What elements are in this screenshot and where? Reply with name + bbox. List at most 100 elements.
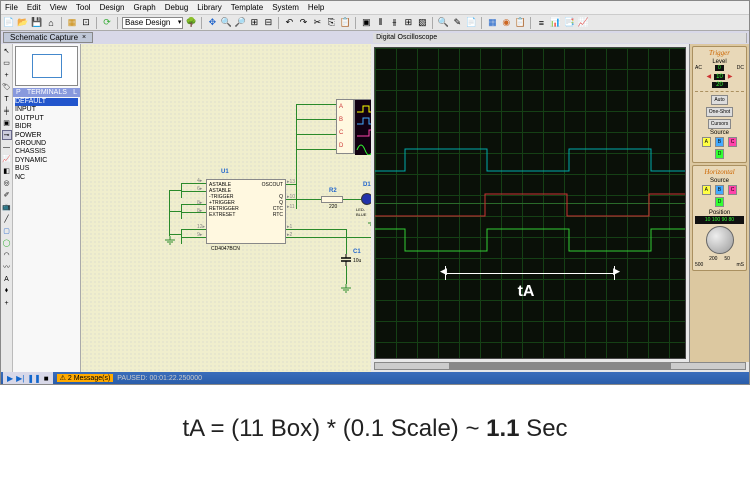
list-item[interactable]: DYNAMIC [15, 157, 78, 165]
list-item[interactable]: INPUT [15, 106, 78, 114]
new-icon[interactable]: 📄 [3, 17, 15, 29]
menu-graph[interactable]: Graph [133, 3, 155, 12]
hsrc-a[interactable]: A [702, 185, 711, 195]
c1-body[interactable] [339, 254, 353, 266]
pin-tool-icon[interactable]: — [2, 142, 12, 152]
r2-body[interactable] [321, 196, 343, 203]
list-item[interactable]: BIDR [15, 123, 78, 131]
list-item[interactable]: CHASSIS [15, 148, 78, 156]
component-tool-icon[interactable]: ▭ [2, 58, 12, 68]
menu-help[interactable]: Help [308, 3, 324, 12]
chart-icon[interactable]: 📊 [549, 17, 561, 29]
tool1-icon[interactable]: ▧ [416, 17, 428, 29]
part-list[interactable]: DEFAULT INPUT OUTPUT BIDR POWER GROUND C… [13, 97, 80, 183]
list-item[interactable]: OUTPUT [15, 115, 78, 123]
pcb-icon[interactable]: ▦ [486, 17, 498, 29]
pause-icon[interactable]: ❚❚ [27, 374, 40, 383]
src-b[interactable]: B [715, 137, 724, 147]
line-tool-icon[interactable]: ╱ [2, 214, 12, 224]
home-icon[interactable]: ⌂ [45, 17, 57, 29]
tab-close-icon[interactable]: × [82, 34, 86, 41]
zoom-region-icon[interactable]: ⊟ [262, 17, 274, 29]
save-icon[interactable]: 💾 [31, 17, 43, 29]
block-icon[interactable]: ▣ [360, 17, 372, 29]
menu-system[interactable]: System [272, 3, 299, 12]
message-count[interactable]: ⚠ 2 Message(s) [57, 374, 114, 382]
instrument-tool-icon[interactable]: 📺 [2, 202, 12, 212]
move-icon[interactable]: ✥ [206, 17, 218, 29]
hsrc-d[interactable]: D [715, 197, 725, 207]
step-icon[interactable]: ▶| [16, 374, 24, 383]
cursor-tool-icon[interactable]: ↖ [2, 46, 12, 56]
text-tool-icon[interactable]: T [2, 94, 12, 104]
align2-icon[interactable]: ⫵ [388, 17, 400, 29]
mini-scope[interactable] [354, 99, 371, 154]
list-item[interactable]: DEFAULT [15, 98, 78, 106]
junction-tool-icon[interactable]: + [2, 70, 12, 80]
position-knob[interactable] [706, 226, 734, 254]
list-item[interactable]: NC [15, 174, 78, 182]
open-icon[interactable]: 📂 [17, 17, 29, 29]
menu-view[interactable]: View [50, 3, 67, 12]
probe-tool-icon[interactable]: ✐ [2, 190, 12, 200]
plus-tool-icon[interactable]: + [2, 298, 12, 308]
redo-icon[interactable]: ↷ [297, 17, 309, 29]
zoom-fit-icon[interactable]: ⊞ [248, 17, 260, 29]
new2-icon[interactable]: 📄 [465, 17, 477, 29]
label-tool-icon[interactable]: 🏷 [2, 82, 12, 92]
src-a[interactable]: A [702, 137, 711, 147]
menu-edit[interactable]: Edit [27, 3, 41, 12]
src-c[interactable]: C [728, 137, 738, 147]
menu-file[interactable]: File [5, 3, 18, 12]
menu-design[interactable]: Design [100, 3, 125, 12]
search-icon[interactable]: 🔍 [437, 17, 449, 29]
bus-tool-icon[interactable]: ╪ [2, 106, 12, 116]
grid-icon[interactable]: ⊞ [402, 17, 414, 29]
generator-tool-icon[interactable]: ◎ [2, 178, 12, 188]
list-item[interactable]: BUS [15, 165, 78, 173]
list-item[interactable]: GROUND [15, 140, 78, 148]
bom-icon[interactable]: 📋 [514, 17, 526, 29]
arc-tool-icon[interactable]: ◠ [2, 250, 12, 260]
copy-icon[interactable]: ⎘ [325, 17, 337, 29]
tape-tool-icon[interactable]: ◧ [2, 166, 12, 176]
menu-debug[interactable]: Debug [165, 3, 189, 12]
3d-icon[interactable]: ◉ [500, 17, 512, 29]
graph-tool-icon[interactable]: 📈 [2, 154, 12, 164]
zoom-out-icon[interactable]: 🔎 [234, 17, 246, 29]
terminal-tool-icon[interactable]: ⊸ [2, 130, 12, 140]
auto-button[interactable]: Auto [711, 95, 727, 105]
cursors-button[interactable]: Cursors [708, 119, 732, 129]
probe-header[interactable]: A B C D [336, 99, 354, 154]
hsrc-b[interactable]: B [715, 185, 724, 195]
menu-tool[interactable]: Tool [76, 3, 91, 12]
menu-library[interactable]: Library [197, 3, 221, 12]
layers-icon[interactable]: ≡ [535, 17, 547, 29]
stop-icon[interactable]: ■ [44, 374, 49, 383]
oneshot-button[interactable]: One-Shot [706, 107, 733, 117]
path-tool-icon[interactable]: 〰 [2, 262, 12, 272]
circle-tool-icon[interactable]: ◯ [2, 238, 12, 248]
play-icon[interactable]: ▶ [7, 374, 13, 383]
zoom-in-icon[interactable]: 🔍 [220, 17, 232, 29]
u1-body[interactable]: ASTABLEOSCOUT ASTABLE -TRIGGERQ +TRIGGER… [206, 179, 286, 244]
picker-l-icon[interactable]: L [73, 89, 77, 96]
sheet-icon[interactable]: ▦ [66, 17, 78, 29]
graph-icon[interactable]: 📈 [577, 17, 589, 29]
paste-icon[interactable]: 📋 [339, 17, 351, 29]
menu-template[interactable]: Template [231, 3, 263, 12]
picker-p-icon[interactable]: P [16, 89, 21, 96]
edit-icon[interactable]: ✎ [451, 17, 463, 29]
text2-tool-icon[interactable]: A [2, 274, 12, 284]
schematic-canvas[interactable]: U1 ASTABLEOSCOUT ASTABLE -TRIGGERQ +TRIG… [81, 44, 371, 372]
design-dropdown[interactable]: Base Design [122, 17, 183, 29]
box-tool-icon[interactable]: ▢ [2, 226, 12, 236]
scope-scrollbar[interactable] [374, 362, 746, 370]
scope-screen[interactable]: ◀ ▶ tA [374, 47, 686, 359]
report-icon[interactable]: 📑 [563, 17, 575, 29]
undo-icon[interactable]: ↶ [283, 17, 295, 29]
src-d[interactable]: D [715, 149, 725, 159]
subcircuit-tool-icon[interactable]: ▣ [2, 118, 12, 128]
cut-icon[interactable]: ✂ [311, 17, 323, 29]
zoom-area-icon[interactable]: ⊡ [80, 17, 92, 29]
